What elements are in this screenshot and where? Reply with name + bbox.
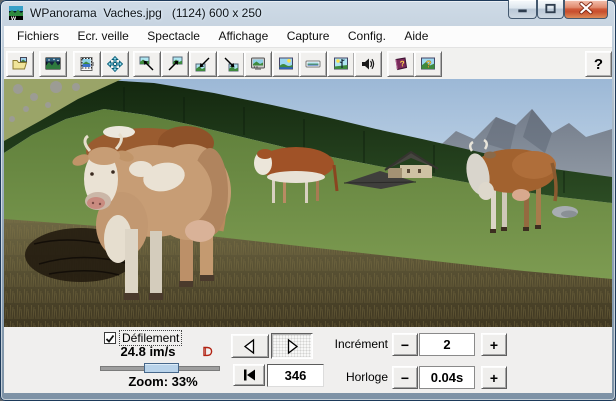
- slider-thumb[interactable]: [144, 363, 179, 373]
- maximize-icon: [538, 0, 563, 18]
- increment-value-field[interactable]: 2: [419, 333, 475, 356]
- increment-plus-button[interactable]: +: [481, 333, 507, 356]
- menu-bar: Fichiers Ecr. veille Spectacle Affichage…: [4, 26, 612, 48]
- menu-ecr-veille[interactable]: Ecr. veille: [70, 26, 135, 47]
- menu-aide[interactable]: Aide: [397, 26, 435, 47]
- folder-open-icon: [12, 56, 28, 72]
- image-sun-icon: [278, 56, 294, 72]
- arrow-left-icon: [242, 338, 258, 355]
- increment-label: Incrément: [318, 337, 388, 351]
- clipboard-image-icon: [79, 56, 95, 72]
- arrow-right-icon: [284, 338, 300, 355]
- defilement-checkbox[interactable]: [104, 332, 116, 344]
- help-book-icon: ?: [393, 56, 409, 72]
- panorama-strip-button[interactable]: [299, 51, 327, 77]
- scroll-upleft-button[interactable]: [133, 51, 161, 77]
- checkmark-icon: [105, 334, 115, 344]
- window-title: WPanorama Vaches.jpg (1124) 600 x 250: [30, 6, 262, 20]
- zoom-status: Zoom: 33%: [113, 374, 213, 389]
- app-window: w WPanorama Vaches.jpg (1124) 600 x 250 …: [0, 0, 616, 401]
- minimize-button[interactable]: [508, 0, 537, 19]
- view-image-button[interactable]: [272, 51, 300, 77]
- clock-label: Horloge: [318, 370, 388, 384]
- panorama-viewport[interactable]: [4, 79, 612, 327]
- scroll-downleft-button[interactable]: [189, 51, 217, 77]
- menu-affichage[interactable]: Affichage: [211, 26, 275, 47]
- client-area: Fichiers Ecr. veille Spectacle Affichage…: [4, 26, 612, 393]
- menu-config[interactable]: Config.: [341, 26, 393, 47]
- first-frame-button[interactable]: [233, 364, 265, 386]
- speaker-icon: [360, 56, 376, 72]
- copy-frame-button[interactable]: [73, 51, 101, 77]
- open-file-button[interactable]: [6, 51, 34, 77]
- move-arrows-icon: [107, 56, 123, 72]
- pan-downleft-icon: [195, 56, 211, 72]
- wide-image-icon: [305, 56, 321, 72]
- speed-slider[interactable]: [100, 362, 220, 374]
- skip-to-start-icon: [242, 368, 257, 382]
- help-book-button[interactable]: ?: [387, 51, 415, 77]
- clock-plus-button[interactable]: +: [481, 366, 507, 389]
- image-question-icon: ?: [420, 56, 436, 72]
- menu-spectacle[interactable]: Spectacle: [140, 26, 207, 47]
- minimize-icon: [509, 0, 536, 18]
- title-bar[interactable]: w WPanorama Vaches.jpg (1124) 600 x 250: [0, 0, 616, 26]
- image-pole-icon: [333, 56, 349, 72]
- close-button[interactable]: [564, 0, 608, 19]
- screensaver-button[interactable]: [244, 51, 272, 77]
- pan-upleft-icon: [139, 56, 155, 72]
- slideshow-button[interactable]: [327, 51, 355, 77]
- scroll-upright-button[interactable]: [161, 51, 189, 77]
- scroll-left-button[interactable]: [231, 334, 269, 358]
- increment-minus-button[interactable]: −: [392, 333, 418, 356]
- speed-value: 24.8 im/s: [107, 344, 189, 359]
- svg-text:?: ?: [426, 60, 432, 71]
- pan-upright-icon: [167, 56, 183, 72]
- control-panel: Défilement 24.8 im/s Zoom: 33%: [4, 327, 612, 393]
- close-icon: [565, 0, 607, 18]
- menu-fichiers[interactable]: Fichiers: [10, 26, 66, 47]
- scroll-right-button[interactable]: [271, 333, 313, 359]
- help-button-label: ?: [594, 56, 603, 73]
- clock-minus-button[interactable]: −: [392, 366, 418, 389]
- maximize-button[interactable]: [537, 0, 564, 19]
- monitor-icon: [250, 56, 266, 72]
- pan-downright-icon: [223, 56, 239, 72]
- app-icon[interactable]: w: [8, 5, 24, 21]
- frame-number-field[interactable]: 346: [267, 364, 324, 387]
- panorama-dark-icon: [45, 56, 61, 72]
- pan-center-button[interactable]: [101, 51, 129, 77]
- menu-capture[interactable]: Capture: [280, 26, 337, 47]
- panorama-photo: [4, 79, 612, 327]
- about-panorama-button[interactable]: ?: [414, 51, 442, 77]
- scroll-downright-button[interactable]: [217, 51, 245, 77]
- svg-text:w: w: [10, 15, 17, 21]
- help-button[interactable]: ?: [585, 51, 612, 77]
- panorama-files-button[interactable]: [39, 51, 67, 77]
- speed-indicator-icon: [202, 346, 213, 357]
- sound-button[interactable]: [354, 51, 382, 77]
- clock-value-field[interactable]: 0.04s: [419, 366, 475, 389]
- toolbar: ? ? ?: [4, 48, 612, 79]
